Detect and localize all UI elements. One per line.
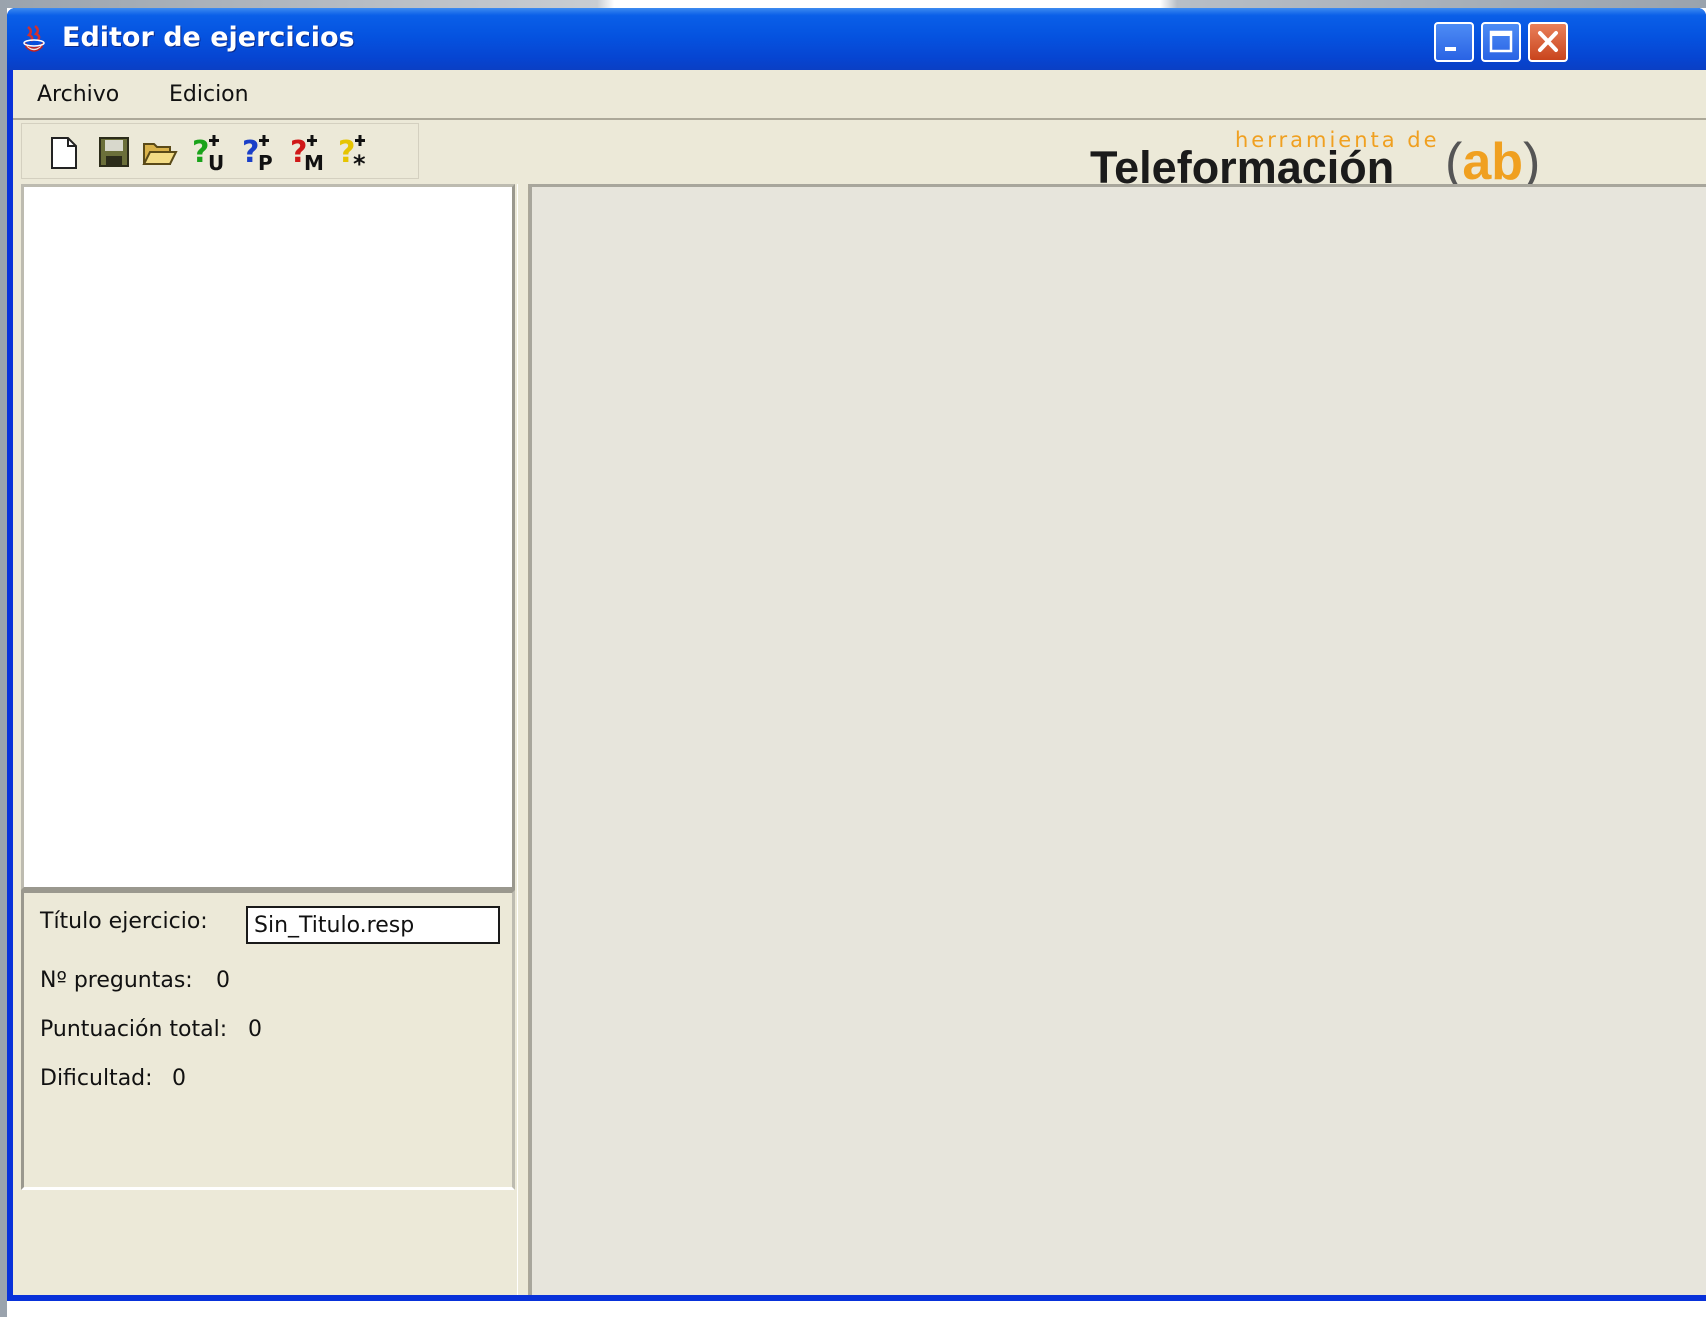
desktop-background-left <box>0 8 7 1317</box>
score-value: 0 <box>248 1017 262 1042</box>
svg-text:U: U <box>208 151 224 172</box>
left-panel: Título ejercicio: Nº preguntas: 0 Puntua… <box>21 184 517 1295</box>
save-button[interactable] <box>94 132 134 172</box>
title-label: Título ejercicio: <box>40 909 208 934</box>
title-bar[interactable]: Editor de ejercicios <box>7 8 1706 70</box>
difficulty-value: 0 <box>172 1066 186 1091</box>
questions-label: Nº preguntas: <box>40 968 193 993</box>
save-icon <box>99 137 129 167</box>
add-question-u-button[interactable]: ? U <box>190 132 230 172</box>
desktop-background <box>0 0 1706 8</box>
svg-text:*: * <box>353 150 366 172</box>
exercise-info-panel: Título ejercicio: Nº preguntas: 0 Puntua… <box>21 890 515 1190</box>
brand-mark-close: ) <box>1523 133 1541 191</box>
minimize-icon <box>1445 47 1456 51</box>
add-question-star-button[interactable]: ? * <box>336 132 376 172</box>
close-icon <box>1538 31 1558 52</box>
add-question-m-icon: ? M <box>290 135 324 172</box>
close-button[interactable] <box>1528 22 1568 62</box>
add-question-u-icon: ? U <box>192 135 224 172</box>
add-question-p-icon: ? P <box>242 135 273 172</box>
menu-bar: Archivo Edicion <box>13 70 1706 120</box>
brand-mark: (ab) <box>1445 132 1540 192</box>
toolbar-area: ? U ? P ? M ? * herramienta de Teleforma… <box>13 120 1706 193</box>
window-title: Editor de ejercicios <box>62 22 355 53</box>
svg-text:M: M <box>304 151 324 172</box>
difficulty-label: Dificultad: <box>40 1066 153 1091</box>
score-label: Puntuación total: <box>40 1017 228 1042</box>
svg-text:?: ? <box>242 135 259 170</box>
svg-text:?: ? <box>192 135 209 170</box>
open-button[interactable] <box>140 132 180 172</box>
java-app-icon <box>17 22 51 56</box>
svg-text:P: P <box>258 151 273 172</box>
question-tree[interactable] <box>21 184 515 890</box>
window-client-area: Archivo Edicion ? U ? P ? M ? * herramie… <box>13 70 1706 1295</box>
toolbar: ? U ? P ? M ? * <box>21 123 419 179</box>
add-question-m-button[interactable]: ? M <box>288 132 328 172</box>
add-question-star-icon: ? * <box>338 135 366 172</box>
new-document-button[interactable] <box>44 132 84 172</box>
brand-mark-open: ( <box>1445 133 1463 191</box>
split-pane-divider[interactable] <box>517 184 529 1295</box>
title-input[interactable] <box>246 906 500 944</box>
brand-logo: herramienta de Teleformación (ab) <box>1090 128 1706 193</box>
editor-panel <box>529 184 1706 1295</box>
window-bottom-border <box>7 1295 1706 1301</box>
menu-edicion[interactable]: Edicion <box>165 82 253 107</box>
menu-archivo[interactable]: Archivo <box>33 82 123 107</box>
minimize-button[interactable] <box>1434 22 1474 62</box>
questions-value: 0 <box>216 968 230 993</box>
add-question-p-button[interactable]: ? P <box>240 132 280 172</box>
new-document-icon <box>51 137 77 169</box>
brand-mark-letters: ab <box>1462 133 1524 191</box>
open-folder-icon <box>142 143 178 165</box>
app-window: Editor de ejercicios Archivo Edicion ? U… <box>7 8 1706 1301</box>
maximize-button[interactable] <box>1481 22 1521 62</box>
maximize-icon <box>1489 30 1513 53</box>
